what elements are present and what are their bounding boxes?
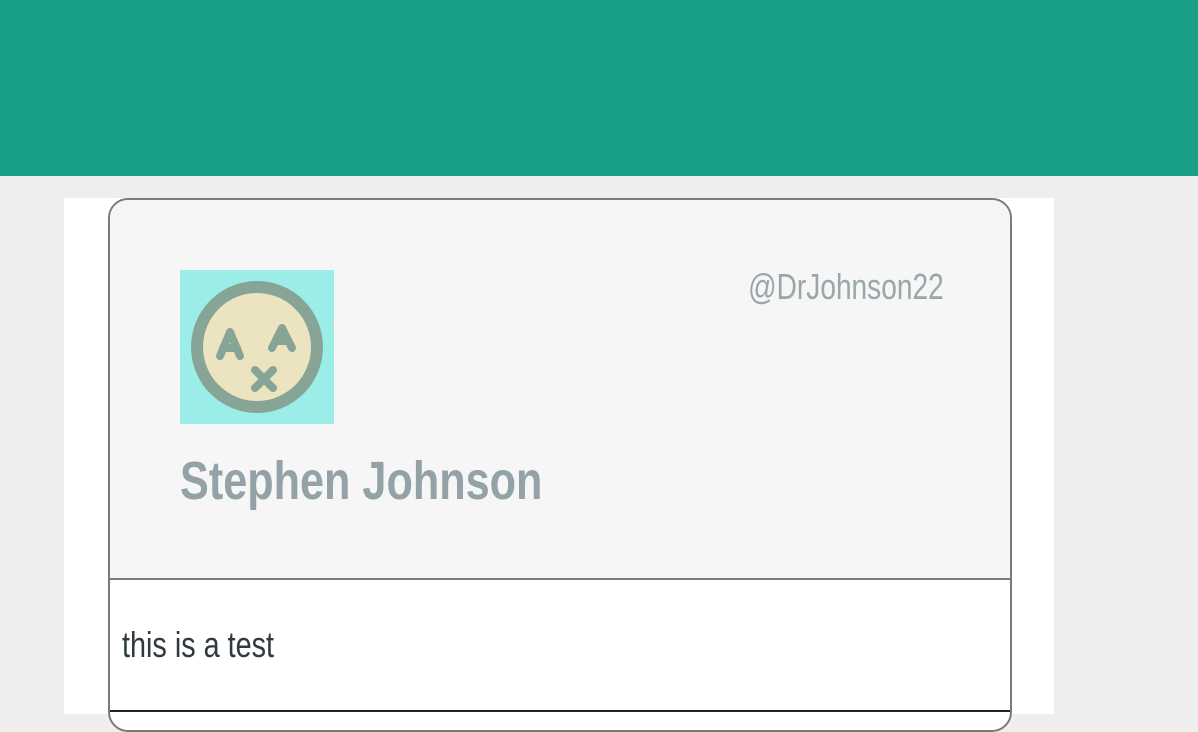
tweet-card: @DrJohnson22 Stephen Johnson this is a t… [108,198,1012,732]
user-handle[interactable]: @DrJohnson22 [748,266,944,308]
top-banner [0,0,1198,176]
profile-header: @DrJohnson22 Stephen Johnson [110,200,1010,580]
display-name: Stephen Johnson [180,451,543,511]
tweet-text: this is a test [122,624,275,665]
face-avatar-icon [191,281,323,413]
card-divider [110,710,1010,712]
avatar[interactable] [180,270,334,424]
